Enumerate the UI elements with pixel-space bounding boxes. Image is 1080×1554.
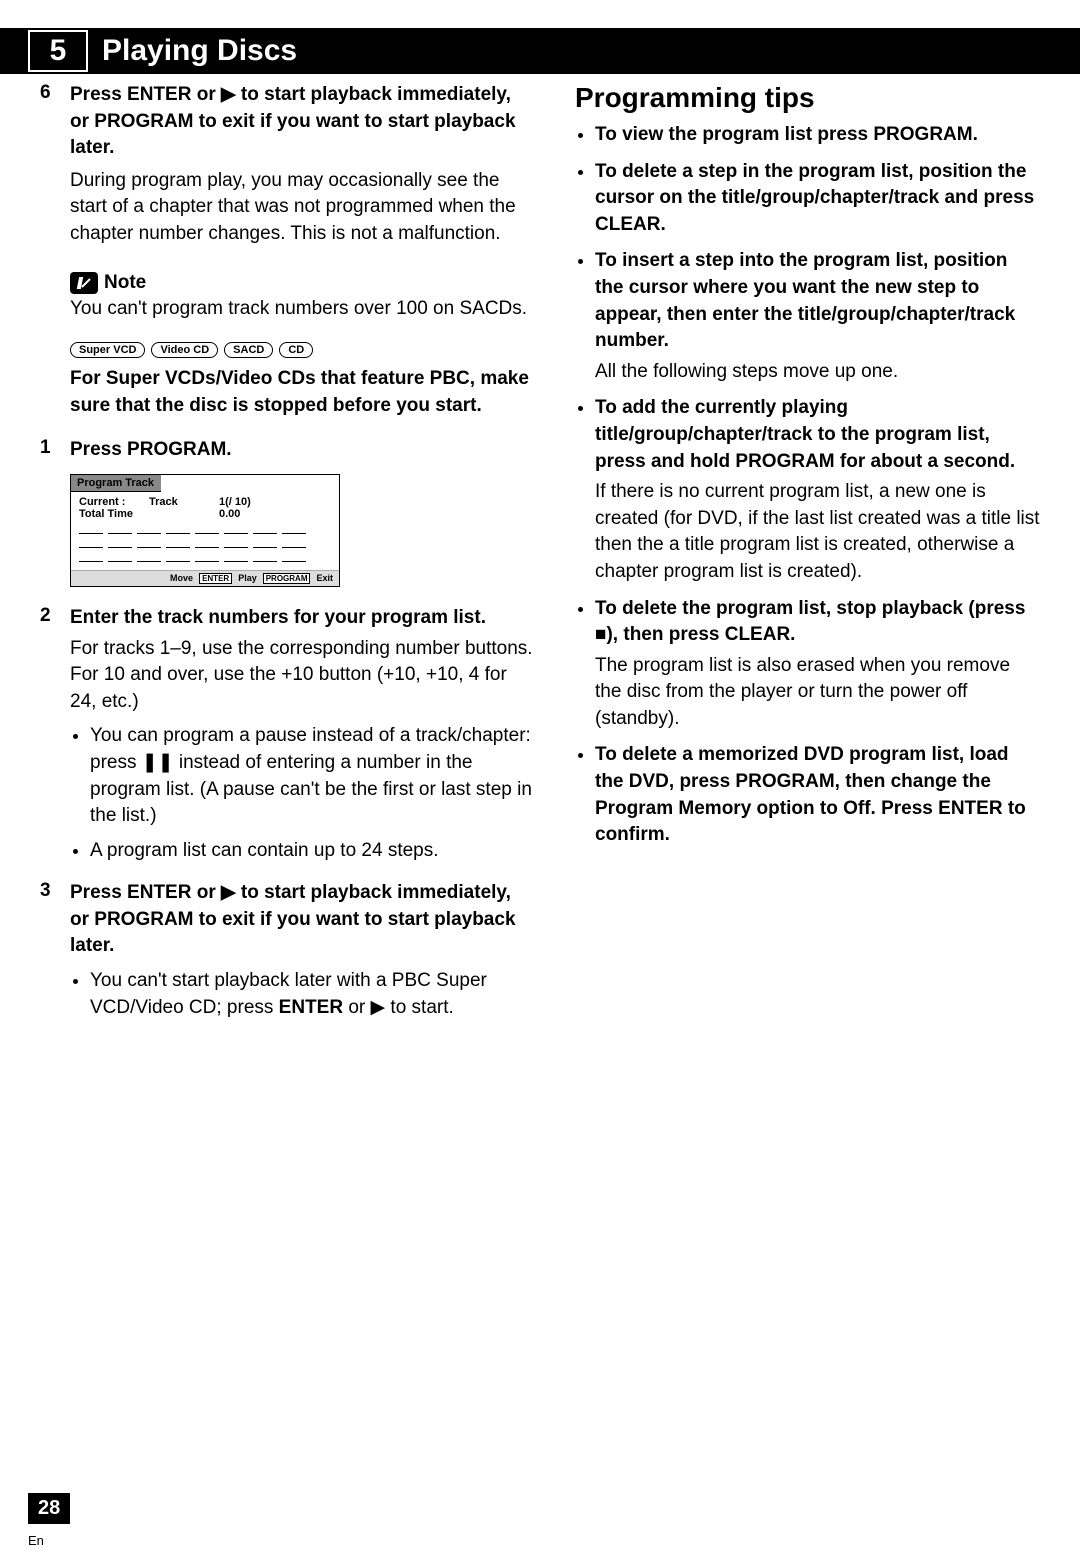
step-bullets: You can't start playback later with a PB…: [90, 968, 535, 1021]
bullet: A program list can contain up to 24 step…: [90, 838, 535, 865]
right-column: Programming tips To view the program lis…: [575, 82, 1040, 1033]
tip: To delete a step in the program list, po…: [595, 159, 1040, 239]
language-label: En: [28, 1533, 44, 1548]
step-number: 3: [40, 880, 70, 1029]
step-6: 6 Press ENTER or ▶ to start playback imm…: [40, 82, 535, 248]
tips-list: To view the program list press PROGRAM. …: [595, 122, 1040, 849]
note-text: You can't program track numbers over 100…: [70, 296, 535, 323]
step-bold-text: Enter the track numbers for your program…: [70, 607, 486, 628]
tip-sub: The program list is also erased when you…: [595, 653, 1040, 733]
osd-play: Play: [238, 573, 257, 583]
step-1: 1 Press PROGRAM.: [40, 437, 535, 464]
osd-enter-key: ENTER: [199, 573, 232, 584]
osd-track-count: 1(/ 10): [219, 496, 279, 508]
osd-footer: Move ENTER Play PROGRAM Exit: [71, 570, 339, 586]
step-body: Enter the track numbers for your program…: [70, 605, 535, 872]
step-number: 6: [40, 82, 70, 248]
note-icon: [70, 272, 98, 294]
tip-bold: To insert a step into the program list, …: [595, 250, 1015, 351]
step-bold-text: Press PROGRAM.: [70, 437, 535, 464]
section-number: 5: [28, 30, 88, 72]
tip: To delete the program list, stop playbac…: [595, 596, 1040, 733]
osd-totaltime-label: Total Time: [79, 508, 139, 520]
tip: To view the program list press PROGRAM.: [595, 122, 1040, 149]
text-bold: ENTER: [279, 997, 343, 1018]
osd-exit: Exit: [316, 573, 333, 583]
tip-bold: To delete a memorized DVD program list, …: [595, 744, 1026, 845]
section-title: Playing Discs: [102, 34, 297, 68]
disc-badges: Super VCD Video CD SACD CD: [70, 342, 535, 358]
programming-tips-title: Programming tips: [575, 82, 1040, 114]
tip-sub: All the following steps move up one.: [595, 359, 1040, 386]
tip-bold: To view the program list press PROGRAM.: [595, 124, 978, 145]
osd-move: Move: [170, 573, 193, 583]
step-bold-text: Press ENTER or ▶ to start playback immed…: [70, 84, 516, 158]
left-column: 6 Press ENTER or ▶ to start playback imm…: [40, 82, 535, 1033]
text: or ▶ to start.: [343, 997, 454, 1018]
step-paragraph: For tracks 1–9, use the corresponding nu…: [70, 636, 535, 716]
tip-bold: To delete the program list, stop playbac…: [595, 598, 1025, 646]
bullet: You can program a pause instead of a tra…: [90, 723, 535, 829]
step-bold-text: Press ENTER or ▶ to start playback immed…: [70, 882, 516, 956]
page-number: 28: [28, 1493, 70, 1524]
tip: To add the currently playing title/group…: [595, 395, 1040, 585]
step-body: Press ENTER or ▶ to start playback immed…: [70, 82, 535, 248]
section-header: 5 Playing Discs: [0, 28, 1080, 74]
tip: To delete a memorized DVD program list, …: [595, 742, 1040, 848]
osd-program-track: Program Track Current : Track 1(/ 10) To…: [70, 474, 340, 587]
badge-supervcd: Super VCD: [70, 342, 145, 358]
osd-track-label: Track: [149, 496, 209, 508]
note-label: Note: [104, 272, 146, 294]
step-number: 2: [40, 605, 70, 872]
osd-slot-grid: [79, 524, 331, 562]
osd-title: Program Track: [71, 475, 161, 492]
badge-cd: CD: [279, 342, 313, 358]
step-bullets: You can program a pause instead of a tra…: [90, 723, 535, 864]
note-heading: Note: [70, 272, 535, 294]
tip-bold: To add the currently playing title/group…: [595, 397, 1015, 471]
pbc-note: For Super VCDs/Video CDs that feature PB…: [70, 366, 535, 419]
badge-videocd: Video CD: [151, 342, 218, 358]
osd-current-label: Current :: [79, 496, 139, 508]
step-2: 2 Enter the track numbers for your progr…: [40, 605, 535, 872]
step-body: Press ENTER or ▶ to start playback immed…: [70, 880, 535, 1029]
bullet: You can't start playback later with a PB…: [90, 968, 535, 1021]
step-3: 3 Press ENTER or ▶ to start playback imm…: [40, 880, 535, 1029]
tip: To insert a step into the program list, …: [595, 248, 1040, 385]
page-content: 6 Press ENTER or ▶ to start playback imm…: [0, 74, 1080, 1033]
tip-bold: To delete a step in the program list, po…: [595, 161, 1034, 235]
osd-totaltime-value: 0.00: [219, 508, 279, 520]
badge-sacd: SACD: [224, 342, 273, 358]
osd-program-key: PROGRAM: [263, 573, 311, 584]
step-paragraph: During program play, you may occasionall…: [70, 168, 535, 248]
tip-sub: If there is no current program list, a n…: [595, 479, 1040, 585]
osd-body: Current : Track 1(/ 10) Total Time 0.00: [71, 492, 339, 570]
step-number: 1: [40, 437, 70, 464]
